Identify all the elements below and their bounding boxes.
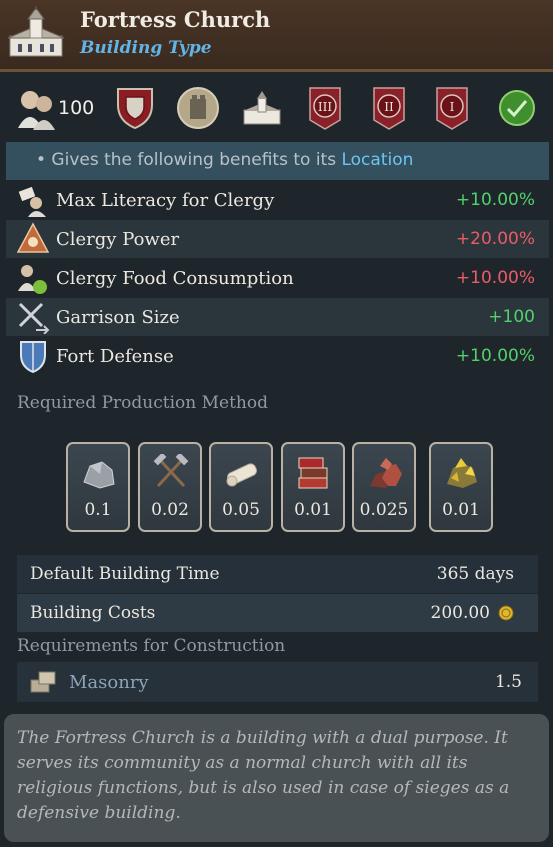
clergy-pop-icon: [18, 91, 55, 130]
fort-defense-icon: [20, 341, 46, 373]
production-good[interactable]: 0.01: [429, 442, 493, 532]
requirement-label: Masonry: [69, 671, 149, 693]
requirements-label: Requirements for Construction: [17, 636, 286, 656]
modifier-label: Clergy Power: [56, 228, 180, 250]
modifier-row: Garrison Size +100: [6, 298, 549, 336]
build-time-value: 365 days: [436, 564, 514, 584]
confirm-check[interactable]: [498, 86, 536, 130]
church-building-icon: [7, 6, 65, 57]
modifier-label: Fort Defense: [56, 345, 174, 367]
stone-icon: [83, 461, 115, 489]
fort-medallion-icon: [177, 87, 219, 129]
production-good[interactable]: 0.05: [209, 442, 273, 532]
modifier-row: Clergy Power +20.00%: [6, 220, 549, 258]
checkmark-icon: [499, 90, 535, 126]
modifier-value: +10.00%: [455, 268, 535, 288]
garrison-icon: [18, 302, 50, 334]
production-good[interactable]: 0.025: [352, 442, 416, 532]
modifier-label: Clergy Food Consumption: [56, 267, 294, 289]
modifier-row: Fort Defense +10.00%: [6, 337, 549, 375]
church-icon: [243, 91, 281, 125]
modifier-row: Max Literacy for Clergy +10.00%: [6, 181, 549, 219]
tier-3-banner[interactable]: III: [308, 86, 342, 130]
modifier-value: +10.00%: [455, 346, 535, 366]
building-cost-value-wrap: 200.00: [431, 603, 514, 623]
clergy-power-icon: [16, 222, 50, 253]
food-consumption-icon: [18, 265, 47, 294]
production-good-value: 0.05: [222, 500, 260, 520]
production-good-value: 0.1: [84, 500, 112, 520]
svg-text:II: II: [384, 100, 394, 114]
pop-requirement[interactable]: 100: [16, 86, 94, 130]
production-good[interactable]: 0.1: [66, 442, 130, 532]
location-link[interactable]: Location: [341, 150, 413, 170]
production-good[interactable]: 0.02: [138, 442, 202, 532]
copper-icon: [370, 458, 402, 488]
modifier-row: Clergy Food Consumption +10.00%: [6, 259, 549, 297]
building-description: The Fortress Church is a building with a…: [4, 714, 549, 842]
shield-badge-icon: [117, 88, 153, 129]
svg-text:I: I: [450, 100, 455, 114]
benefits-intro: • Gives the following benefits to its: [36, 150, 342, 170]
building-title: Fortress Church: [80, 7, 271, 32]
benefits-header: • Gives the following benefits to its Lo…: [6, 142, 549, 180]
modifier-label: Max Literacy for Clergy: [56, 189, 275, 211]
production-good-value: 0.01: [294, 500, 332, 520]
shield-badge[interactable]: [116, 86, 154, 130]
header: Fortress Church Building Type: [0, 0, 553, 72]
production-good-value: 0.025: [359, 500, 409, 520]
literacy-icon: [18, 186, 46, 217]
modifier-value: +100: [488, 307, 535, 327]
modifier-value: +10.00%: [455, 190, 535, 210]
tier-3-banner-icon: III: [309, 87, 341, 130]
masonry-icon: [30, 671, 56, 693]
fort-medallion[interactable]: [177, 86, 219, 130]
gold-ore-icon: [447, 458, 477, 488]
icon-bar: 100 III II I: [0, 78, 553, 138]
church-type[interactable]: [242, 86, 282, 130]
pop-count: 100: [58, 97, 95, 119]
tier-1-banner-icon: I: [436, 87, 468, 130]
tier-2-banner[interactable]: II: [372, 86, 406, 130]
building-type-label: Building Type: [80, 38, 212, 58]
building-cost-label: Building Costs: [30, 603, 156, 623]
books-icon: [298, 457, 328, 489]
cloth-icon: [226, 463, 257, 487]
gold-coin-icon: [498, 605, 514, 621]
tools-icon: [153, 454, 189, 488]
production-good-value: 0.01: [442, 500, 480, 520]
tier-2-banner-icon: II: [373, 87, 405, 130]
building-cost-value: 200.00: [430, 603, 490, 623]
tier-1-banner[interactable]: I: [435, 86, 469, 130]
svg-text:III: III: [318, 100, 332, 114]
requirement-value: 1.5: [494, 672, 522, 692]
production-good[interactable]: 0.01: [281, 442, 345, 532]
modifier-value: +20.00%: [455, 229, 535, 249]
modifier-label: Garrison Size: [56, 306, 180, 328]
building-cost-row: Building Costs 200.00: [17, 594, 538, 632]
production-good-value: 0.02: [151, 500, 189, 520]
build-time-row: Default Building Time 365 days: [17, 555, 538, 593]
production-method-label: Required Production Method: [17, 393, 268, 413]
requirement-row[interactable]: Masonry 1.5: [17, 662, 538, 702]
build-time-label: Default Building Time: [30, 564, 220, 584]
